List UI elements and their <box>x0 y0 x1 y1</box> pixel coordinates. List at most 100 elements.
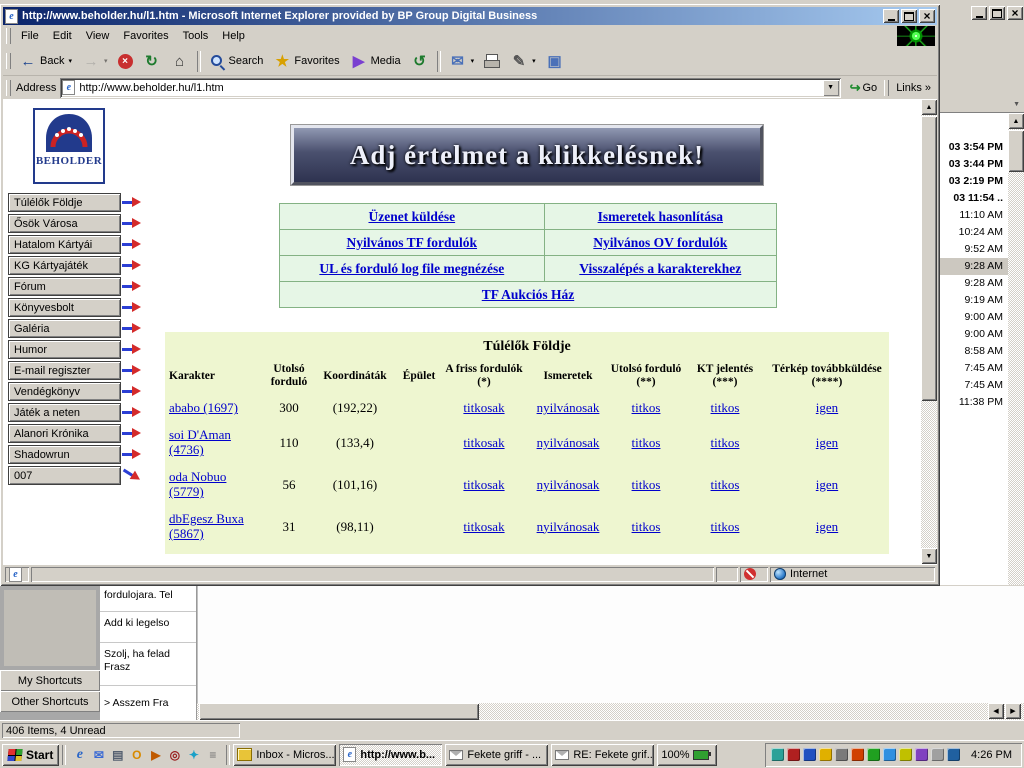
task-button-re-fekete-grif[interactable]: RE: Fekete grif... <box>551 744 654 766</box>
sidebar-item-vend-gk-nyv[interactable]: Vendégkönyv <box>8 381 158 402</box>
email-row[interactable]: 9:28 AM <box>940 258 1008 275</box>
sidebar-item-hatalom-k-rty-i[interactable]: Hatalom Kártyái <box>8 234 158 255</box>
minimize-icon[interactable] <box>883 9 899 23</box>
tray-icon-9[interactable] <box>899 748 912 761</box>
scrollbar-thumb[interactable] <box>199 703 479 720</box>
rebar-grip[interactable] <box>6 28 11 44</box>
sidebar-button[interactable]: Fórum <box>8 277 121 296</box>
scroll-down-icon[interactable]: ▼ <box>921 548 937 564</box>
scroll-left-icon[interactable]: ◀ <box>988 703 1004 719</box>
sidebar-button[interactable]: Alanori Krónika <box>8 424 121 443</box>
titlebar[interactable]: http://www.beholder.hu/l1.htm - Microsof… <box>3 7 937 25</box>
table-link[interactable]: igen <box>816 435 838 450</box>
table-link[interactable]: titkos <box>632 400 661 415</box>
sidebar-item-kg-k-rtyaj-t-k[interactable]: KG Kártyajáték <box>8 255 158 276</box>
task-button-fekete-griff[interactable]: Fekete griff - ... <box>445 744 548 766</box>
sidebar-item-e-mail-regiszter[interactable]: E-mail regiszter <box>8 360 158 381</box>
shortcut-button-other-shortcuts[interactable]: Other Shortcuts <box>0 691 100 712</box>
page-link-tf-aukci-s-h-z[interactable]: TF Aukciós Ház <box>482 287 575 302</box>
dropdown-arrow-icon[interactable]: ▾ <box>532 57 536 65</box>
table-link[interactable]: titkosak <box>463 519 504 534</box>
menu-tools[interactable]: Tools <box>176 27 216 45</box>
msn-icon[interactable]: ✦ <box>185 746 202 763</box>
table-link[interactable]: titkos <box>711 435 740 450</box>
minimize-icon[interactable] <box>971 6 987 20</box>
sidebar-item-shadowrun[interactable]: Shadowrun <box>8 444 158 465</box>
table-link[interactable]: dbEgesz Buxa (5867) <box>169 511 244 541</box>
menu-edit[interactable]: Edit <box>46 27 79 45</box>
email-row[interactable]: 03 3:44 PM <box>940 156 1008 173</box>
dropdown-arrow-icon[interactable]: ▾ <box>471 57 475 65</box>
table-link[interactable]: titkosak <box>463 435 504 450</box>
address-dropdown-icon[interactable]: ▼ <box>823 80 839 96</box>
tray-icon-5[interactable] <box>835 748 848 761</box>
email-row[interactable]: 11:10 AM <box>940 207 1008 224</box>
sidebar-button[interactable]: E-mail regiszter <box>8 361 121 380</box>
sidebar-item-gal-ria[interactable]: Galéria <box>8 318 158 339</box>
shortcut-button-my-shortcuts[interactable]: My Shortcuts <box>0 670 100 691</box>
tray-icon-12[interactable] <box>947 748 960 761</box>
rebar-grip[interactable] <box>6 80 11 96</box>
table-link[interactable]: igen <box>816 519 838 534</box>
email-row[interactable]: 03 2:19 PM <box>940 173 1008 190</box>
back-button[interactable]: ←Back▾ <box>14 49 77 74</box>
refresh-button[interactable]: ↻ <box>138 49 166 74</box>
go-button[interactable]: ↪ Go <box>844 78 884 98</box>
maximize-icon[interactable] <box>989 6 1005 20</box>
tray-icon-8[interactable] <box>883 748 896 761</box>
address-input[interactable]: http://www.beholder.hu/l1.htm ▼ <box>60 78 840 98</box>
favorites-button[interactable]: ★Favorites <box>268 49 344 74</box>
sidebar-button[interactable]: 007 <box>8 466 121 485</box>
table-link[interactable]: nyilvánosak <box>537 400 600 415</box>
tray-icon-4[interactable] <box>819 748 832 761</box>
table-link[interactable]: titkos <box>711 477 740 492</box>
ad-banner[interactable]: Adj értelmet a klikkelésnek! <box>291 125 763 185</box>
task-button-http-www-b[interactable]: http://www.b... <box>339 744 442 766</box>
table-link[interactable]: titkosak <box>463 477 504 492</box>
sidebar-button[interactable]: Galéria <box>8 319 121 338</box>
email-row[interactable]: 11:38 PM <box>940 394 1008 411</box>
outlook-express-icon[interactable]: ✉ <box>90 746 107 763</box>
menu-favorites[interactable]: Favorites <box>116 27 175 45</box>
sidebar-button[interactable]: Shadowrun <box>8 445 121 464</box>
sidebar-button[interactable]: Túlélők Földje <box>8 193 121 212</box>
email-row[interactable]: 10:24 AM <box>940 224 1008 241</box>
email-row[interactable]: 7:45 AM <box>940 360 1008 377</box>
table-link[interactable]: oda Nobuo (5779) <box>169 469 226 499</box>
discuss-button[interactable]: ▣ <box>541 49 569 74</box>
sidebar-button[interactable]: KG Kártyajáték <box>8 256 121 275</box>
sidebar-button[interactable]: Játék a neten <box>8 403 121 422</box>
table-link[interactable]: titkos <box>632 435 661 450</box>
menu-view[interactable]: View <box>79 27 117 45</box>
page-link-nyilv-nos-ov-fordul-k[interactable]: Nyilvános OV fordulók <box>593 235 727 250</box>
email-row[interactable]: 9:00 AM <box>940 309 1008 326</box>
rebar-grip[interactable] <box>6 53 11 69</box>
close-icon[interactable] <box>919 9 935 23</box>
page-link-zenet-k-ld-se[interactable]: Üzenet küldése <box>368 209 455 224</box>
sidebar-item-j-t-k-a-neten[interactable]: Játék a neten <box>8 402 158 423</box>
page-link-visszal-p-s-a-karakterekhez[interactable]: Visszalépés a karakterekhez <box>579 261 741 276</box>
scroll-up-icon[interactable]: ▲ <box>1008 113 1024 129</box>
table-link[interactable]: nyilvánosak <box>537 519 600 534</box>
email-row[interactable]: 9:19 AM <box>940 292 1008 309</box>
netmeeting-icon[interactable]: ◎ <box>166 746 183 763</box>
tray-icon-6[interactable] <box>851 748 864 761</box>
email-row[interactable]: 7:45 AM <box>940 377 1008 394</box>
task-button-100[interactable]: 100% <box>657 744 717 766</box>
email-row[interactable]: 03 11:54 .. <box>940 190 1008 207</box>
email-row[interactable]: 03 3:54 PM <box>940 139 1008 156</box>
start-button[interactable]: Start <box>2 744 59 766</box>
media-player-icon[interactable]: ▶ <box>147 746 164 763</box>
search-button[interactable]: Search <box>204 49 269 74</box>
sidebar-item-t-l-l-k-f-ldje[interactable]: Túlélők Földje <box>8 192 158 213</box>
table-link[interactable]: nyilvánosak <box>537 435 600 450</box>
sidebar-button[interactable]: Humor <box>8 340 121 359</box>
scroll-up-icon[interactable]: ▲ <box>921 99 937 115</box>
outlook-icon[interactable]: O <box>128 746 145 763</box>
dropdown-arrow-icon[interactable]: ▾ <box>104 57 108 65</box>
table-link[interactable]: titkosak <box>463 400 504 415</box>
sidebar-button[interactable]: Vendégkönyv <box>8 382 121 401</box>
scrollbar-thumb[interactable] <box>1008 130 1024 172</box>
tray-icon-7[interactable] <box>867 748 880 761</box>
outlook-column-header[interactable]: ▼ <box>940 96 1024 113</box>
